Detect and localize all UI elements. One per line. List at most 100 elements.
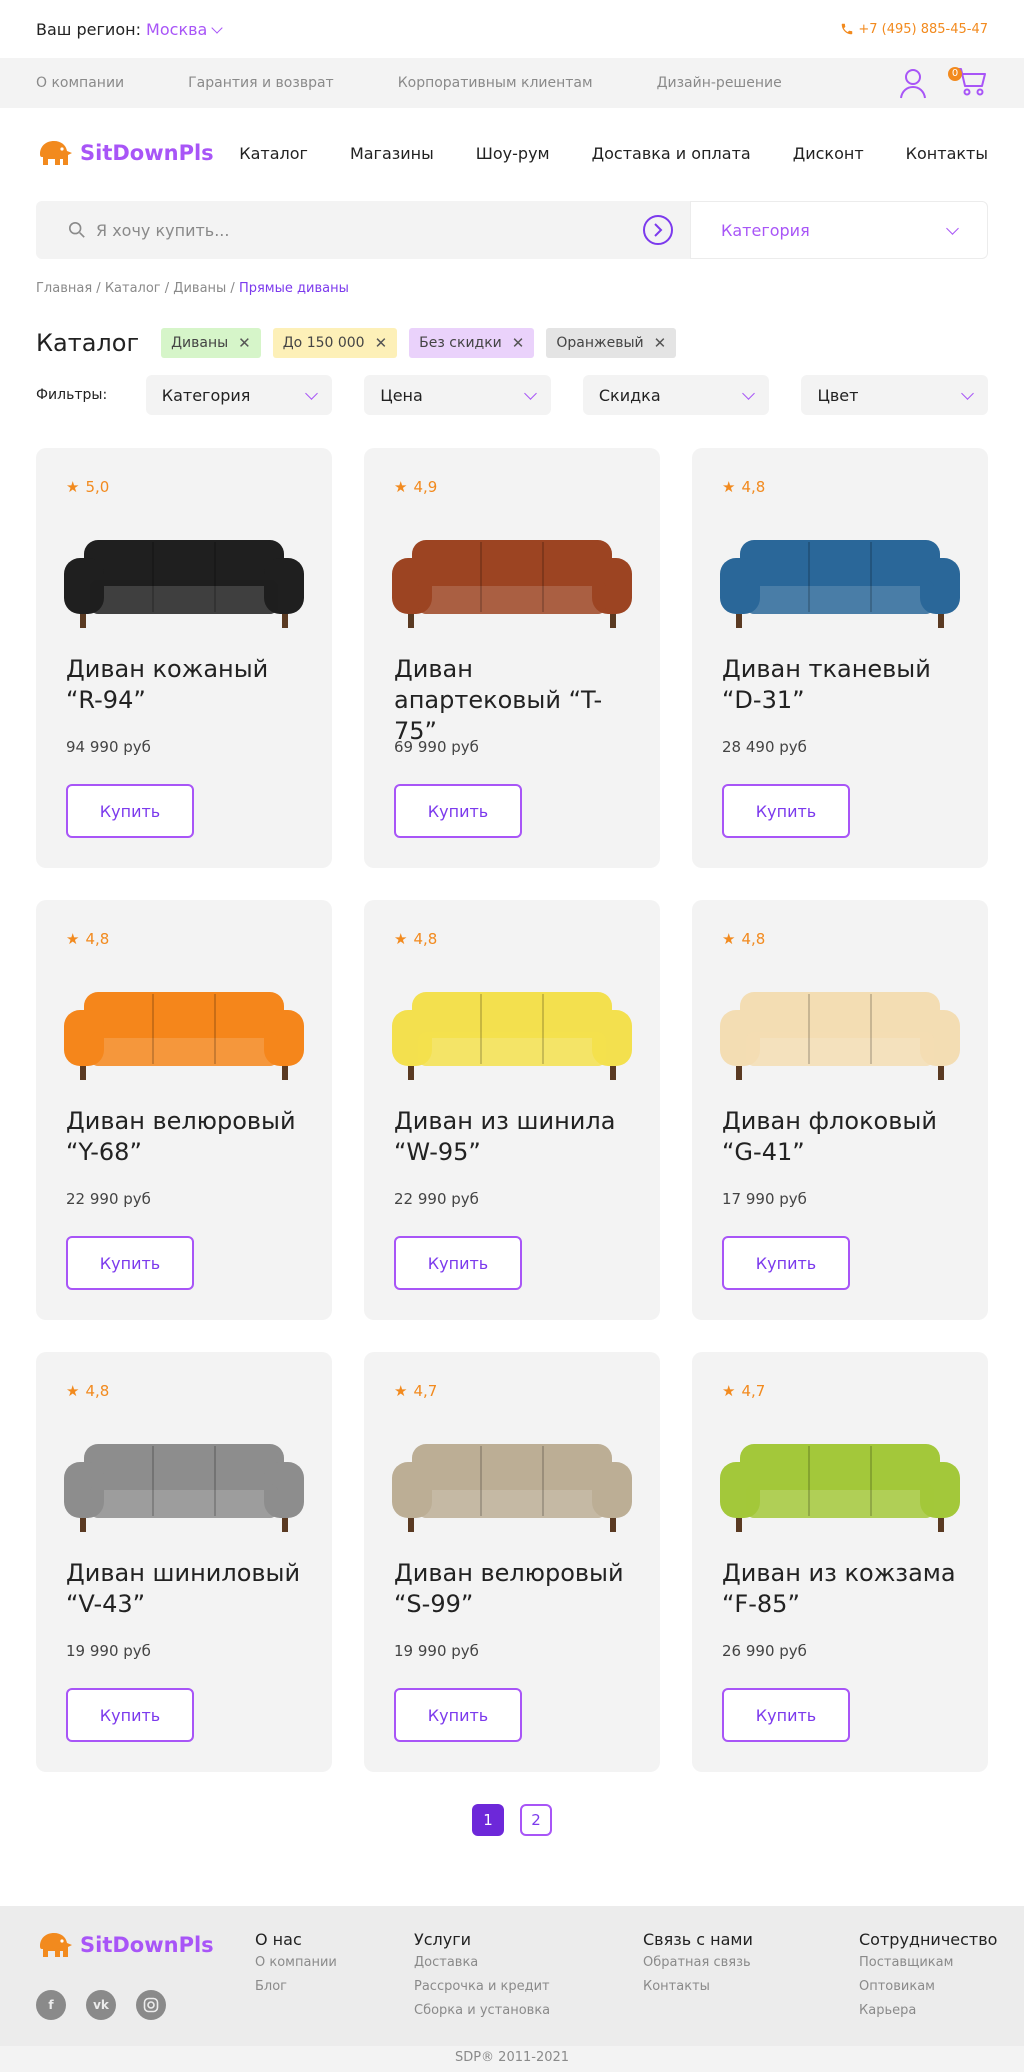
filter-category-dropdown[interactable]: Категория (145, 375, 333, 415)
star-icon: ★ (66, 478, 80, 496)
footer-col-title: Сотрудничество (859, 1930, 998, 1949)
star-icon: ★ (394, 478, 408, 496)
filter-chip-color[interactable]: Оранжевый ✕ (546, 328, 677, 358)
catalog-header: Каталог Диваны ✕ До 150 000 ✕ Без скидки ✕ … (36, 328, 677, 358)
buy-button[interactable]: Купить (394, 1236, 522, 1290)
dropdown-label: Цена (380, 385, 423, 405)
breadcrumb-home[interactable]: Главная (36, 281, 92, 296)
breadcrumb-catalog[interactable]: Каталог (105, 281, 161, 296)
product-rating: ★ 4,8 (722, 930, 958, 948)
nav-stores[interactable]: Магазины (350, 144, 434, 163)
product-card[interactable]: ★ 4,8 Диван велюровый “Y-68” 22 990 руб К… (36, 900, 332, 1320)
buy-button[interactable]: Купить (722, 784, 850, 838)
nav-contacts[interactable]: Контакты (906, 144, 988, 163)
brand-logo[interactable]: SitDownPls (36, 138, 214, 168)
buy-button[interactable]: Купить (394, 1688, 522, 1742)
product-card[interactable]: ★ 4,8 Диван флоковый “G-41” 17 990 руб Ку… (692, 900, 988, 1320)
sofa-image (720, 540, 960, 628)
cart-count-badge: 0 (948, 67, 962, 81)
footer-brand-logo[interactable]: SitDownPls (36, 1930, 214, 1960)
arrow-right-circle-icon[interactable] (642, 214, 674, 246)
product-card[interactable]: ★ 4,8 Диван тканевый “D-31” 28 490 руб Ку… (692, 448, 988, 868)
breadcrumb-sofas[interactable]: Диваны (173, 281, 226, 296)
region-label: Ваш регион: (36, 19, 141, 39)
search-category-select[interactable]: Категория (690, 201, 988, 259)
product-rating: ★ 4,8 (394, 930, 630, 948)
buy-button[interactable]: Купить (66, 784, 194, 838)
product-card[interactable]: ★ 4,8 Диван из шинила “W-95” 22 990 руб К… (364, 900, 660, 1320)
close-icon[interactable]: ✕ (238, 334, 251, 352)
product-name: Диван тканевый “D-31” (722, 655, 931, 714)
buy-button[interactable]: Купить (722, 1688, 850, 1742)
filter-chip-discount[interactable]: Без скидки ✕ (409, 328, 535, 358)
buy-button[interactable]: Купить (722, 1236, 850, 1290)
user-icon[interactable] (898, 67, 928, 99)
brand-name: SitDownPls (80, 1933, 214, 1957)
footer-link[interactable]: Оптовикам (859, 1975, 997, 1999)
buy-button[interactable]: Купить (394, 784, 522, 838)
product-name: Диван из кожзама “F-85” (722, 1559, 956, 1618)
product-rating: ★ 4,8 (66, 930, 302, 948)
nav-delivery[interactable]: Доставка и оплата (592, 144, 751, 163)
footer-link[interactable]: Контакты (643, 1975, 753, 1999)
filter-color-dropdown[interactable]: Цвет (801, 375, 989, 415)
subnav-about[interactable]: О компании (36, 75, 124, 91)
subnav-design[interactable]: Дизайн-решение (657, 75, 782, 91)
product-price: 94 990 руб (66, 738, 151, 756)
sofa-image (720, 992, 960, 1080)
filter-discount-dropdown[interactable]: Скидка (582, 375, 770, 415)
vk-icon[interactable]: vk (86, 1990, 116, 2020)
footer: SitDownPls f vk О нас О компании Блог Ус… (0, 1906, 1024, 2046)
filter-chip-price[interactable]: До 150 000 ✕ (272, 328, 398, 358)
product-name: Диван шиниловый “V-43” (66, 1559, 301, 1618)
nav-showroom[interactable]: Шоу-рум (476, 144, 550, 163)
nav-discount[interactable]: Дисконт (793, 144, 864, 163)
cart-button[interactable]: 0 (948, 65, 988, 101)
footer-link[interactable]: Карьера (859, 1999, 997, 2023)
footer-link[interactable]: Сборка и установка (414, 1999, 550, 2023)
close-icon[interactable]: ✕ (654, 334, 667, 352)
region-city[interactable]: Москва (146, 20, 207, 39)
nav-catalog[interactable]: Каталог (239, 144, 308, 163)
star-icon: ★ (66, 1382, 80, 1400)
product-rating: ★ 4,7 (394, 1382, 630, 1400)
product-card[interactable]: ★ 4,9 Диван апартековый “T-75” 69 990 руб… (364, 448, 660, 868)
subnav-corporate[interactable]: Корпоративным клиентам (398, 75, 593, 91)
product-card[interactable]: ★ 4,7 Диван велюровый “S-99” 19 990 руб К… (364, 1352, 660, 1772)
close-icon[interactable]: ✕ (375, 334, 388, 352)
rating-value: 4,7 (413, 1382, 438, 1400)
buy-button[interactable]: Купить (66, 1688, 194, 1742)
filter-price-dropdown[interactable]: Цена (364, 375, 551, 415)
product-card[interactable]: ★ 4,8 Диван шиниловый “V-43” 19 990 руб К… (36, 1352, 332, 1772)
footer-link[interactable]: Обратная связь (643, 1951, 753, 1975)
filter-chip-sofas[interactable]: Диваны ✕ (161, 328, 261, 358)
phone-link[interactable]: +7 (495) 885-45-47 (840, 22, 988, 37)
footer-link[interactable]: Поставщикам (859, 1951, 997, 1975)
chip-label: Без скидки (419, 335, 502, 351)
product-card[interactable]: ★ 4,7 Диван из кожзама “F-85” 26 990 руб … (692, 1352, 988, 1772)
subnav-warranty[interactable]: Гарантия и возврат (188, 75, 334, 91)
product-card[interactable]: ★ 5,0 Диван кожаный “R-94” 94 990 руб Куп… (36, 448, 332, 868)
instagram-icon[interactable] (136, 1990, 166, 2020)
search-input[interactable]: Я хочу купить... (36, 201, 690, 259)
facebook-icon[interactable]: f (36, 1990, 66, 2020)
footer-link[interactable]: Блог (255, 1975, 337, 1999)
footer-col-title: О нас (255, 1930, 302, 1949)
dropdown-label: Цвет (817, 385, 859, 405)
page-2-button[interactable]: 2 (520, 1804, 552, 1836)
footer-link[interactable]: Рассрочка и кредит (414, 1975, 550, 1999)
product-price: 19 990 руб (66, 1642, 151, 1660)
chip-label: Оранжевый (556, 335, 644, 351)
footer-link[interactable]: О компании (255, 1951, 337, 1975)
footer-col-cooperation: Сотрудничество Поставщикам Оптовикам Кар… (859, 1930, 997, 2023)
close-icon[interactable]: ✕ (512, 334, 525, 352)
region-selector[interactable]: Ваш регион: Москва (36, 19, 224, 39)
footer-link[interactable]: Доставка (414, 1951, 550, 1975)
page-1-button[interactable]: 1 (472, 1804, 504, 1836)
star-icon: ★ (722, 1382, 736, 1400)
rating-value: 5,0 (85, 478, 110, 496)
breadcrumb: Главная / Каталог / Диваны / Прямые дива… (36, 281, 349, 296)
phone-number: +7 (495) 885-45-47 (858, 21, 988, 37)
buy-button[interactable]: Купить (66, 1236, 194, 1290)
main-header: SitDownPls Каталог Магазины Шоу-рум Дост… (0, 108, 1024, 198)
